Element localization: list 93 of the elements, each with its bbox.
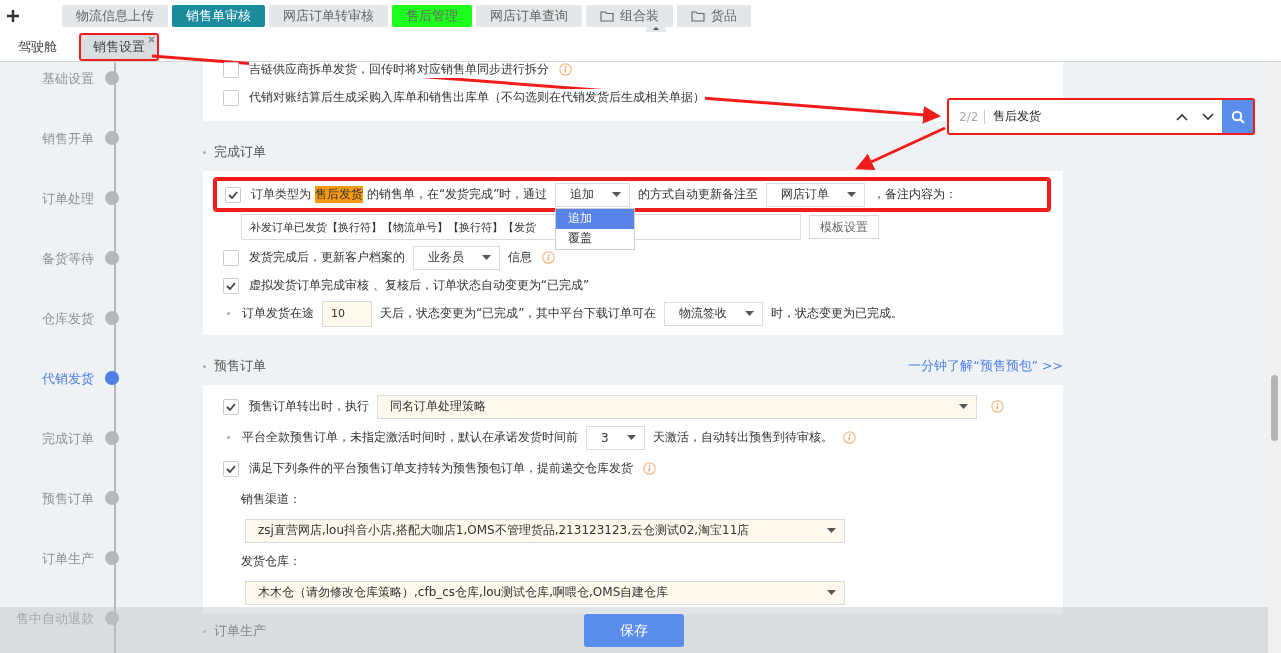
checkbox[interactable] — [223, 89, 239, 106]
module-tab[interactable]: 货品 — [677, 5, 751, 27]
help-link[interactable]: 一分钟了解“预售预包” >> — [908, 358, 1063, 375]
checkbox[interactable] — [223, 398, 239, 415]
dropdown-select[interactable]: 业务员 — [413, 245, 500, 270]
timeline-step[interactable]: 代销发货 — [0, 370, 94, 388]
option-label: 天后，状态变更为“已完成”，其中平台下载订单可在 — [380, 305, 657, 322]
check-icon — [228, 190, 238, 199]
option-label: 的方式自动更新备注至 — [638, 186, 759, 203]
text-field[interactable]: 10 — [322, 300, 372, 327]
option-label: 信息 — [508, 249, 532, 266]
timeline-dot — [105, 131, 119, 145]
timeline-dot — [105, 551, 119, 565]
dropdown-select[interactable]: 3 — [586, 425, 645, 450]
timeline-step[interactable]: 完成订单 — [0, 430, 94, 448]
close-icon[interactable] — [148, 36, 155, 43]
folder-icon — [691, 10, 705, 22]
option-label: 虚拟发货订单完成审核 、复核后，订单状态自动变更为“已完成” — [249, 277, 590, 294]
timeline-step[interactable]: 销售开单 — [0, 130, 94, 148]
chevron-up-icon[interactable] — [1176, 112, 1188, 121]
option-label: 代销对账结算后生成采购入库单和销售出库单（不勾选则在代销发货后生成相关单据） — [249, 89, 705, 106]
timeline-step[interactable]: 订单处理 — [0, 190, 94, 208]
section-title: 完成订单 — [203, 143, 266, 161]
caret-icon — [827, 527, 836, 534]
template-settings-button[interactable]: 模板设置 — [809, 215, 879, 239]
option-label: 满足下列条件的平台预售订单支持转为预售预包订单，提前递交仓库发货 — [249, 460, 633, 477]
scrollbar[interactable] — [1268, 62, 1281, 653]
info-icon — [559, 63, 572, 76]
search-query: 售后发货 — [993, 108, 1043, 125]
dropdown-select[interactable]: zsj直营网店,lou抖音小店,搭配大咖店1,OMS不管理货品,213123123,云仓测试02,淘宝11店 — [245, 518, 845, 543]
timeline-dot — [105, 371, 119, 385]
search-field[interactable]: 2/2 售后发货 — [947, 98, 1255, 135]
timeline-step[interactable]: 仓库发货 — [0, 310, 94, 328]
checkbox[interactable] — [223, 249, 239, 266]
caret-icon — [827, 589, 836, 596]
dropdown-option[interactable]: 追加 — [556, 208, 635, 229]
dropdown-select[interactable]: 木木仓（请勿修改仓库策略）,cfb_cs仓库,lou测试仓库,啊喂仓,OMS自建仓库 — [245, 580, 845, 605]
option-label: 订单类型为 — [251, 186, 311, 203]
check-icon — [226, 464, 236, 473]
timeline-dot — [105, 431, 119, 445]
info-icon — [991, 400, 1004, 413]
section-title: 订单生产 — [203, 622, 266, 640]
search-icon — [1230, 109, 1245, 124]
search-match-highlight: 售后发货 — [315, 186, 363, 203]
check-icon — [226, 402, 236, 411]
dropdown-select[interactable]: 网店订单 — [766, 182, 866, 207]
checkbox[interactable] — [223, 460, 239, 477]
save-button[interactable]: 保存 — [584, 614, 684, 647]
page-tab[interactable]: 销售设置 — [79, 33, 159, 61]
module-tab[interactable]: 网店订单查询 — [476, 5, 582, 27]
timeline-dot — [105, 71, 119, 85]
timeline-step[interactable]: 订单生产 — [0, 550, 94, 568]
module-tab[interactable]: 销售单审核 — [172, 5, 265, 27]
caret-icon — [745, 310, 755, 317]
checkbox[interactable] — [223, 277, 239, 294]
dropdown-select[interactable]: 物流签收 — [664, 301, 764, 326]
collapse-handle-icon[interactable] — [645, 25, 667, 32]
info-icon — [542, 251, 555, 264]
timeline-dot — [105, 311, 119, 325]
section-title: 预售订单 — [203, 357, 266, 375]
option-label: 吉链供应商拆单发货，回传时将对应销售单同步进行拆分 — [249, 62, 549, 78]
option-label: 发货完成后，更新客户档案的 — [249, 249, 405, 266]
check-icon — [226, 281, 236, 290]
timeline-dot — [105, 491, 119, 505]
dropdown-select[interactable]: 同名订单处理策略 — [377, 394, 977, 419]
page-tab[interactable]: 驾驶舱 — [4, 33, 71, 61]
timeline-step[interactable]: 备货等待 — [0, 250, 94, 268]
option-label: 的销售单，在“发货完成”时，通过 — [367, 186, 548, 203]
option-label: 订单发货在途 — [242, 305, 314, 322]
caret-icon — [959, 403, 968, 410]
caret-icon — [626, 434, 636, 441]
timeline-step[interactable]: 基础设置 — [0, 70, 94, 88]
match-counter: 2/2 — [959, 109, 986, 124]
folder-icon — [600, 10, 614, 22]
timeline-step[interactable]: 预售订单 — [0, 490, 94, 508]
caret-icon — [482, 254, 491, 261]
search-button[interactable] — [1222, 100, 1253, 133]
caret-icon — [612, 191, 622, 198]
timeline-dot — [105, 611, 119, 625]
module-tab[interactable]: 物流信息上传 — [62, 5, 168, 27]
info-icon — [643, 462, 656, 475]
option-label: 平台全款预售订单，未指定激活时间时，默认在承诺发货时间前 — [242, 429, 578, 446]
caret-icon — [847, 191, 857, 198]
timeline-dot — [105, 251, 119, 265]
checkbox[interactable] — [225, 186, 241, 203]
module-tab[interactable]: 网店订单转审核 — [269, 5, 388, 27]
checkbox[interactable] — [223, 62, 239, 78]
add-icon[interactable] — [6, 9, 20, 23]
info-icon — [842, 431, 856, 444]
timeline-dot — [105, 191, 119, 205]
option-label: 预售订单转出时，执行 — [249, 398, 369, 415]
chevron-down-icon[interactable] — [1202, 112, 1214, 121]
module-tab[interactable]: 售后管理 — [392, 5, 472, 27]
